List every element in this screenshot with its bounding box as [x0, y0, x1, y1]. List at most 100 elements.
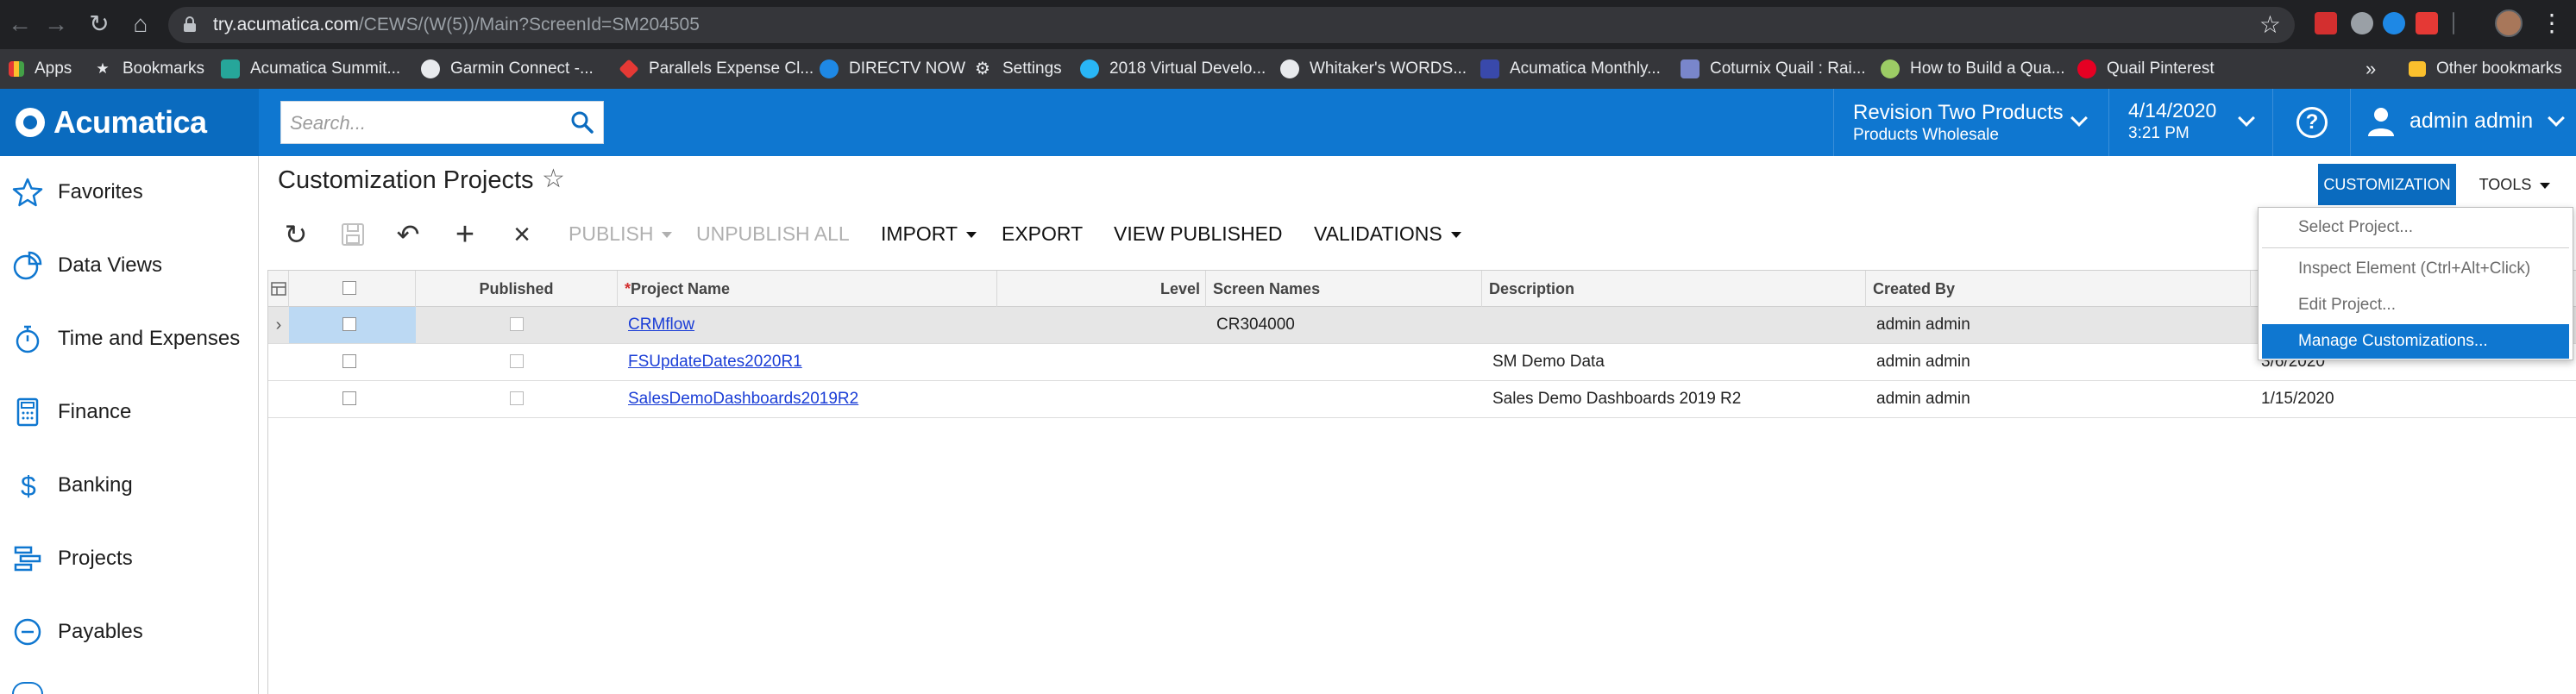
- column-header-label: Project Name: [631, 280, 731, 297]
- bookmark-item[interactable]: ⚙ Settings: [973, 49, 1062, 89]
- sidebar-item-label: Projects: [58, 547, 133, 570]
- published-checkbox[interactable]: [510, 354, 524, 368]
- bookmark-item[interactable]: How to Build a Qua...: [1881, 49, 2065, 89]
- sidebar-item-payables[interactable]: Payables: [0, 606, 259, 658]
- pdf-extension-icon[interactable]: [2315, 12, 2337, 34]
- sidebar-item-time-and-expenses[interactable]: Time and Expenses: [0, 313, 259, 365]
- help-icon: ?: [2296, 107, 2328, 138]
- column-header-level[interactable]: Level: [997, 271, 1206, 307]
- bookmark-star-icon[interactable]: ☆: [2259, 11, 2281, 39]
- published-checkbox[interactable]: [510, 317, 524, 331]
- home-icon[interactable]: ⌂: [124, 8, 157, 41]
- reload-icon[interactable]: ↻: [83, 8, 116, 41]
- globe-icon: [1280, 59, 1299, 78]
- grid-header: Published *Project Name Level Screen Nam…: [268, 271, 2576, 307]
- back-arrow-icon[interactable]: ←: [3, 8, 36, 41]
- publish-button[interactable]: PUBLISH: [569, 222, 673, 246]
- project-name-cell[interactable]: SalesDemoDashboards2019R2: [618, 381, 858, 417]
- user-name: admin admin: [2410, 109, 2534, 133]
- column-header-project-name[interactable]: *Project Name: [618, 271, 997, 307]
- sidebar-item-favorites[interactable]: Favorites: [0, 166, 259, 218]
- user-menu[interactable]: admin admin: [2351, 89, 2576, 156]
- profile-avatar[interactable]: [2495, 9, 2523, 37]
- published-checkbox[interactable]: [510, 391, 524, 405]
- table-row[interactable]: SalesDemoDashboards2019R2 Sales Demo Das…: [268, 381, 2576, 418]
- favorite-star-icon[interactable]: ☆: [542, 164, 565, 194]
- acumatica-logo[interactable]: Acumatica: [0, 89, 259, 156]
- globe-icon: [421, 59, 440, 78]
- add-icon[interactable]: +: [449, 218, 481, 251]
- help-button[interactable]: ?: [2273, 89, 2351, 156]
- column-header-published[interactable]: Published: [416, 271, 618, 307]
- bookmark-item[interactable]: Quail Pinterest: [2077, 49, 2215, 89]
- browser-toolbar: ← → ↻ ⌂ try.acumatica.com/CEWS/(W(5))/Ma…: [0, 0, 2576, 49]
- more-bookmarks-chevron[interactable]: »: [2366, 49, 2376, 89]
- chevron-down-icon: [2548, 109, 2565, 127]
- tenant-selector[interactable]: Revision Two Products Products Wholesale: [1833, 89, 2109, 156]
- sidebar-item-label: Banking: [58, 473, 133, 497]
- bookmark-bookmarks[interactable]: ★ Bookmarks: [93, 49, 204, 89]
- bookmark-item[interactable]: Parallels Expense Cl...: [619, 49, 814, 89]
- extension-icon[interactable]: [2383, 12, 2405, 34]
- row-select-checkbox[interactable]: [342, 317, 356, 331]
- unpublish-all-button[interactable]: UNPUBLISH ALL: [696, 222, 850, 246]
- column-settings-cell[interactable]: [268, 271, 289, 307]
- forward-arrow-icon[interactable]: →: [40, 8, 72, 41]
- pie-chart-icon: [13, 251, 42, 280]
- menu-item-inspect-element[interactable]: Inspect Element (Ctrl+Alt+Click): [2262, 252, 2569, 286]
- bookmark-item[interactable]: Acumatica Summit...: [221, 49, 400, 89]
- project-name-link[interactable]: FSUpdateDates2020R1: [628, 353, 802, 371]
- extension-icon[interactable]: [2351, 12, 2373, 34]
- table-row[interactable]: FSUpdateDates2020R1 SM Demo Data admin a…: [268, 344, 2576, 381]
- screen-names-cell: [1206, 344, 1216, 380]
- bookmark-item[interactable]: Coturnix Quail : Rai...: [1681, 49, 1866, 89]
- column-header-description[interactable]: Description: [1482, 271, 1866, 307]
- more-vertical-icon[interactable]: ⋮: [2540, 9, 2564, 38]
- customization-button[interactable]: CUSTOMIZATION: [2318, 164, 2456, 205]
- import-button[interactable]: IMPORT: [881, 222, 977, 246]
- refresh-icon[interactable]: ↻: [280, 219, 311, 250]
- bookmark-item[interactable]: Garmin Connect -...: [421, 49, 594, 89]
- export-button[interactable]: EXPORT: [1002, 222, 1083, 246]
- column-header-screen-names[interactable]: Screen Names: [1206, 271, 1482, 307]
- other-bookmarks[interactable]: Other bookmarks: [2409, 49, 2562, 89]
- row-select-cell: [289, 307, 416, 343]
- search-icon[interactable]: [570, 110, 594, 134]
- row-select-checkbox[interactable]: [342, 354, 356, 368]
- save-icon[interactable]: [337, 219, 368, 250]
- acumatica-logo-icon: [16, 108, 45, 137]
- row-select-checkbox[interactable]: [342, 391, 356, 405]
- bookmark-label: Bookmarks: [123, 59, 205, 78]
- menu-item-select-project[interactable]: Select Project...: [2262, 210, 2569, 245]
- project-name-link[interactable]: SalesDemoDashboards2019R2: [628, 390, 858, 408]
- sidebar-item-data-views[interactable]: Data Views: [0, 240, 259, 291]
- project-name-link[interactable]: CRMflow: [628, 316, 694, 334]
- validations-button[interactable]: VALIDATIONS: [1314, 222, 1461, 246]
- table-row[interactable]: › CRMflow CR304000 admin admin: [268, 307, 2576, 344]
- bookmark-item[interactable]: DIRECTV NOW: [820, 49, 965, 89]
- sidebar-item-projects[interactable]: Projects: [0, 533, 259, 585]
- sidebar-item-finance[interactable]: Finance: [0, 386, 259, 438]
- bookmark-item[interactable]: Acumatica Monthly...: [1480, 49, 1661, 89]
- view-published-button[interactable]: VIEW PUBLISHED: [1114, 222, 1283, 246]
- address-bar[interactable]: try.acumatica.com/CEWS/(W(5))/Main?Scree…: [168, 7, 2295, 43]
- delete-icon[interactable]: ×: [506, 219, 537, 250]
- stopwatch-icon: [16, 325, 40, 353]
- menu-item-manage-customizations[interactable]: Manage Customizations...: [2262, 324, 2569, 359]
- bookmark-item[interactable]: 2018 Virtual Develo...: [1080, 49, 1266, 89]
- sidebar-item-banking[interactable]: $ Banking: [0, 460, 259, 511]
- search-input[interactable]: [290, 110, 566, 136]
- row-expand-chevron-icon[interactable]: ›: [268, 307, 289, 343]
- menu-item-edit-project[interactable]: Edit Project...: [2262, 288, 2569, 322]
- select-all-checkbox[interactable]: [342, 281, 356, 295]
- bookmark-apps[interactable]: Apps: [9, 49, 72, 89]
- business-date-selector[interactable]: 4/14/2020 3:21 PM: [2109, 89, 2273, 156]
- project-name-cell[interactable]: FSUpdateDates2020R1: [618, 344, 802, 380]
- column-header-created-by[interactable]: Created By: [1866, 271, 2251, 307]
- undo-icon[interactable]: ↶: [393, 219, 424, 250]
- project-name-cell[interactable]: CRMflow: [618, 307, 694, 343]
- caret-down-icon: [966, 232, 977, 239]
- extension-icon[interactable]: [2416, 12, 2438, 34]
- tools-button[interactable]: TOOLS: [2467, 164, 2562, 205]
- bookmark-item[interactable]: Whitaker's WORDS...: [1280, 49, 1467, 89]
